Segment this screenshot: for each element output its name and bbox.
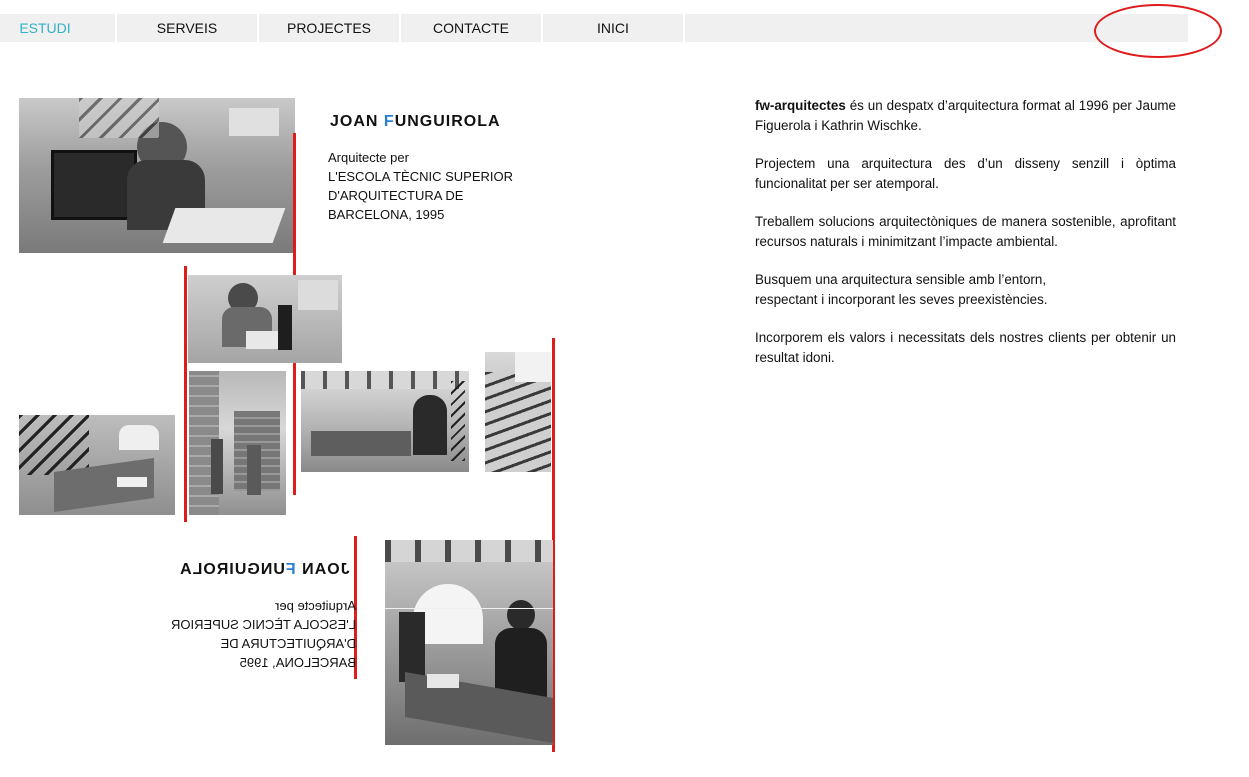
photo-staircase [485,352,551,472]
about-paragraph: Projectem una arquitectura des d’un diss… [755,156,1176,191]
name-accent-letter: F [284,561,296,578]
nav-item-projectes[interactable]: PROJECTES [259,14,399,42]
nav-separator [683,14,685,42]
bio-line: Arquitecte per [328,150,409,165]
about-paragraph: Treballem solucions arquitectòniques de … [755,214,1176,249]
highlight-oval [1094,4,1222,58]
about-paragraph: fw-arquitectes és un despatx d’arquitect… [755,96,1176,135]
name-first: JOAN [330,113,384,130]
name-rest: UNGUIROLA [179,561,285,578]
name-first: JOAN [295,561,350,578]
brand-name: fw-arquitectes [755,98,846,113]
about-text-span: Busquem una arquitectura sensible amb l’… [755,272,1047,287]
profile-name: JOAN FUNGUIROLA [330,113,501,131]
bio-line: BARCELONA, 1995 [328,207,445,222]
bio-line: D'ARQUITECTURA DE [220,636,356,651]
photo-office-man [19,98,295,253]
profile-bio: Arquitecte per L'ESCOLA TÈCNIC SUPERIOR … [328,148,513,224]
about-paragraph: Busquem una arquitectura sensible amb l’… [755,270,1176,309]
photo-office-woman-standing [385,540,553,745]
nav-item-inici[interactable]: INICI [543,14,683,42]
bio-line: L'ESCOLA TÈCNIC SUPERIOR [170,617,356,632]
decor-red-line [184,266,187,522]
bio-line: BARCELONA, 1995 [239,655,356,670]
bio-line: Arquitecte per [275,598,356,613]
bio-line: D'ARQUITECTURA DE [328,188,464,203]
about-text-span: respectant i incorporant les seves preex… [755,291,1048,307]
photo-workshop [189,371,286,515]
nav-item-serveis[interactable]: SERVEIS [117,14,257,42]
photo-office-woman [188,275,342,363]
about-text: fw-arquitectes és un despatx d’arquitect… [755,96,1176,386]
profile-name-mirrored: JOAN FUNGUIROLA [179,561,355,579]
photo-office-stairs [19,415,175,515]
about-paragraph: Incorporem els valors i necessitats dels… [755,330,1176,365]
nav-item-estudi[interactable]: ESTUDI [0,14,90,42]
bio-line: L'ESCOLA TÈCNIC SUPERIOR [328,169,514,184]
name-accent-letter: F [383,113,395,130]
name-rest: UNGUIROLA [394,113,501,130]
nav-item-contacte[interactable]: CONTACTE [401,14,541,42]
photo-open-office [301,371,469,472]
profile-bio-mirrored: Arquitecte per L'ESCOLA TÈCNIC SUPERIOR … [147,596,356,672]
